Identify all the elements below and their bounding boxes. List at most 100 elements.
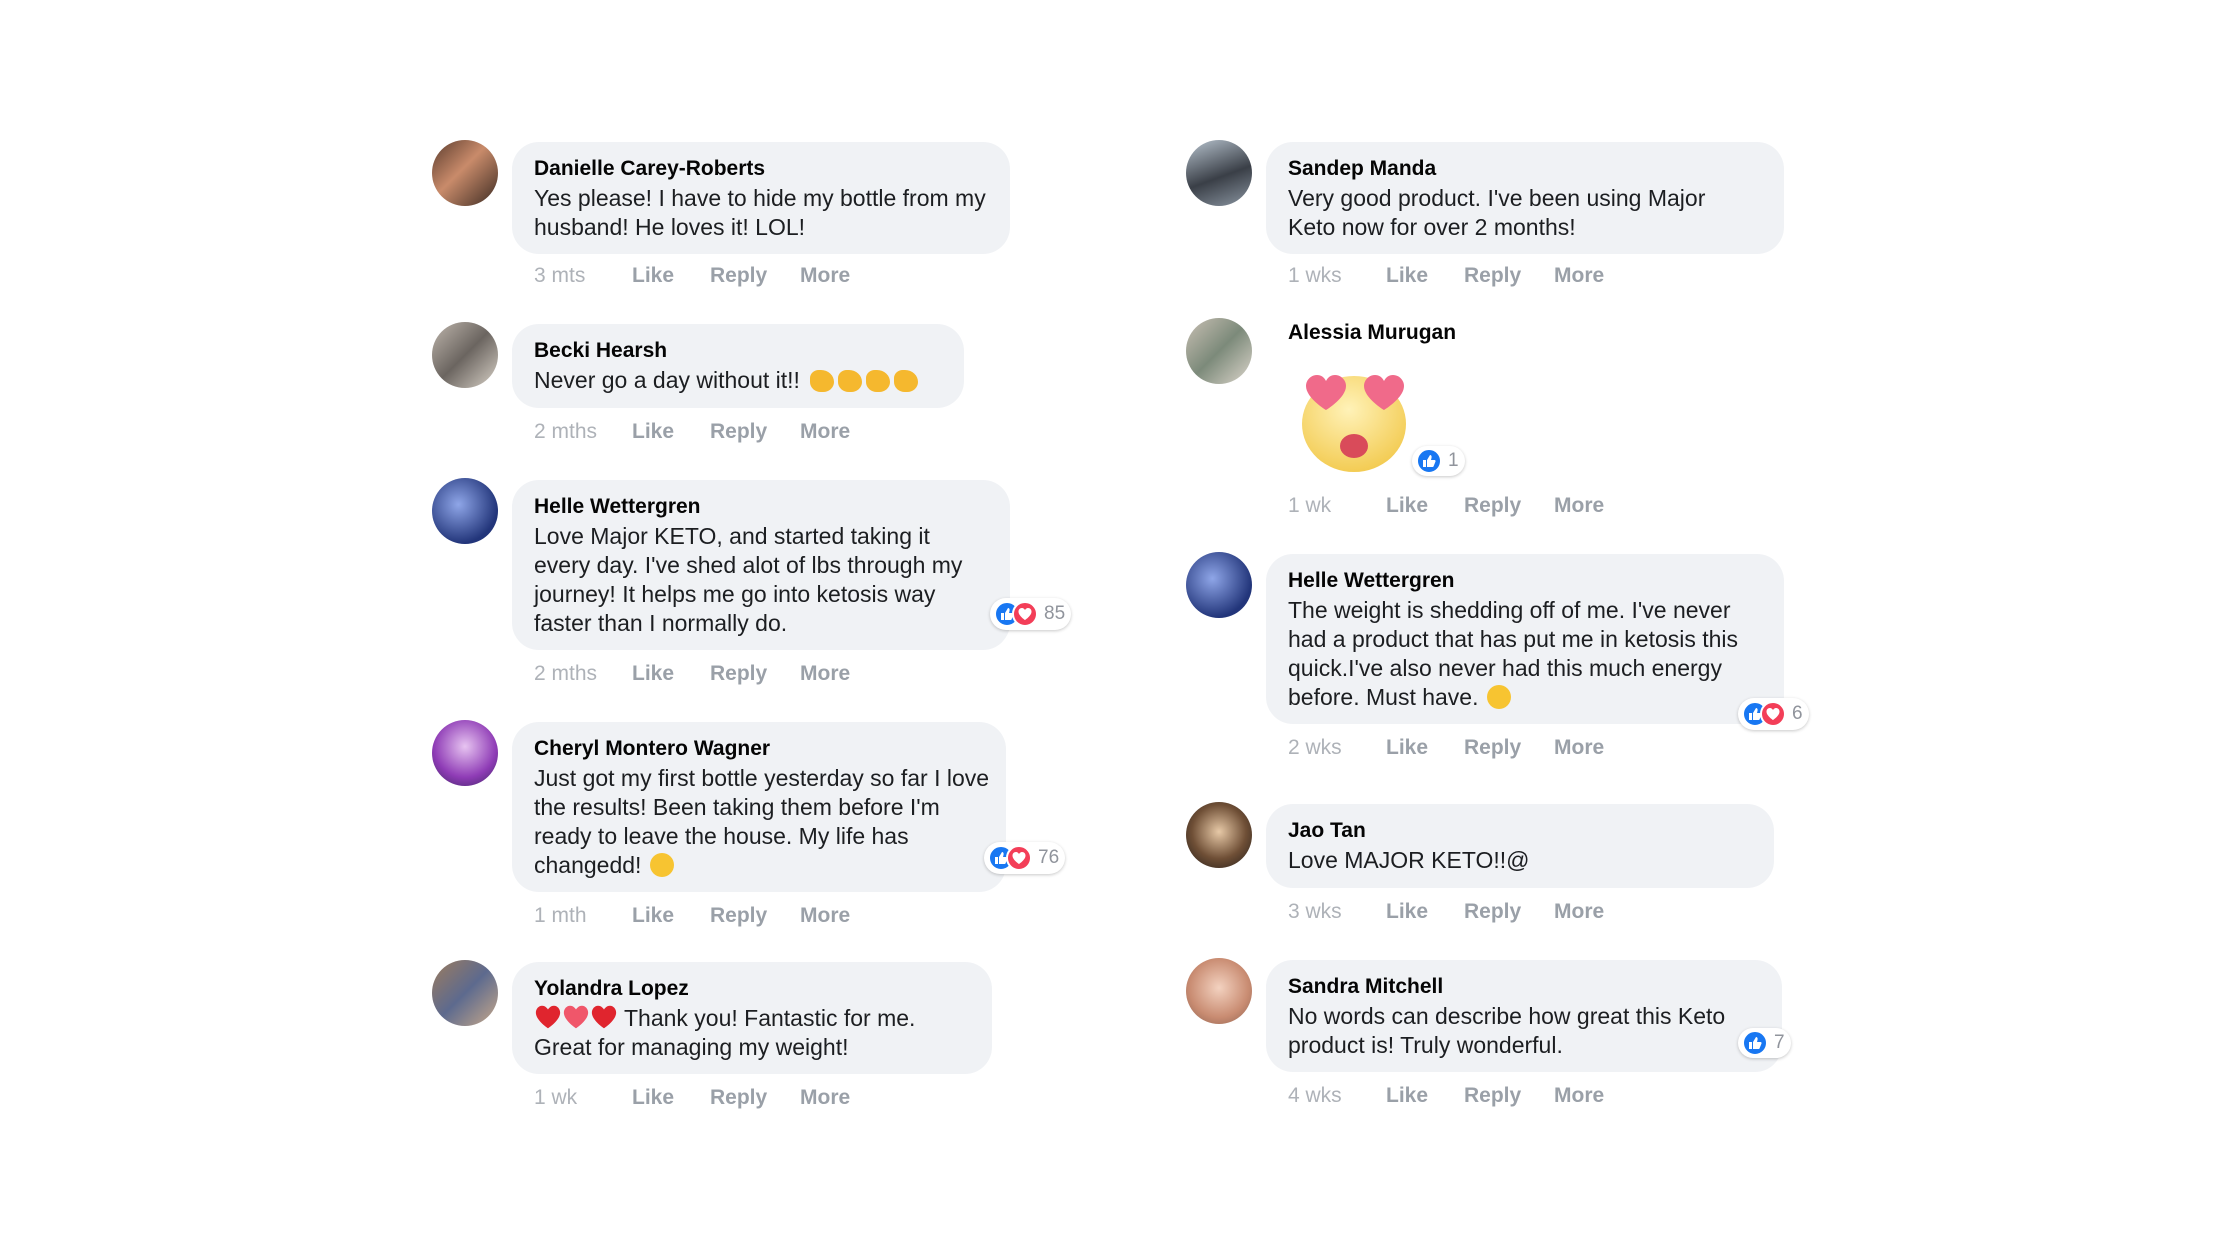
comment-body: Alessia Murugan (1288, 318, 1456, 348)
avatar[interactable] (1186, 318, 1252, 384)
reaction-count: 7 (1774, 1032, 1785, 1053)
avatar[interactable] (1186, 958, 1252, 1024)
comment-text: Very good product. I've been using Major… (1288, 185, 1706, 240)
clapping-hands-icon (838, 370, 863, 392)
timestamp[interactable]: 1 wks (1288, 264, 1342, 288)
love-reaction-icon (1006, 845, 1032, 871)
comment-bubble: Helle Wettergren Love Major KETO, and st… (512, 480, 1010, 650)
reply-button[interactable]: Reply (710, 1086, 767, 1110)
comment-text: Yes please! I have to hide my bottle fro… (534, 185, 986, 240)
red-heart-icon (591, 1005, 617, 1029)
comment-text: No words can describe how great this Ket… (1288, 1003, 1726, 1058)
reaction-summary[interactable]: 76 (984, 842, 1066, 874)
timestamp[interactable]: 2 wks (1288, 736, 1342, 760)
comment-bubble: Danielle Carey-Roberts Yes please! I hav… (512, 142, 1010, 254)
avatar[interactable] (432, 322, 498, 388)
comment-text: Thank you! Fantastic for me. Great for m… (534, 1004, 970, 1062)
reaction-summary[interactable]: 1 (1412, 446, 1465, 476)
like-button[interactable]: Like (1386, 736, 1428, 760)
comment-text: Never go a day without it!! (534, 366, 942, 395)
timestamp[interactable]: 3 wks (1288, 900, 1342, 924)
author-name[interactable]: Becki Hearsh (534, 336, 942, 366)
author-name[interactable]: Sandep Manda (1288, 154, 1762, 184)
comment-bubble: Cheryl Montero Wagner Just got my first … (512, 722, 1006, 892)
like-button[interactable]: Like (1386, 900, 1428, 924)
more-button[interactable]: More (800, 264, 850, 288)
reply-button[interactable]: Reply (1464, 736, 1521, 760)
reply-button[interactable]: Reply (710, 904, 767, 928)
avatar[interactable] (1186, 802, 1252, 868)
like-button[interactable]: Like (1386, 1084, 1428, 1108)
timestamp[interactable]: 2 mths (534, 662, 597, 686)
comment-text-body: Never go a day without it!! (534, 367, 800, 393)
sparkling-heart-icon (563, 1005, 589, 1029)
like-button[interactable]: Like (632, 420, 674, 444)
like-button[interactable]: Like (632, 1086, 674, 1110)
heart-eyes-emoji-sticker (1292, 366, 1410, 476)
more-button[interactable]: More (1554, 1084, 1604, 1108)
smiling-emoji-icon (1486, 685, 1511, 709)
author-name[interactable]: Yolandra Lopez (534, 974, 970, 1004)
comment-bubble: Becki Hearsh Never go a day without it!! (512, 324, 964, 408)
avatar[interactable] (432, 478, 498, 544)
more-button[interactable]: More (1554, 736, 1604, 760)
author-name[interactable]: Jao Tan (1288, 816, 1752, 846)
reply-button[interactable]: Reply (1464, 900, 1521, 924)
author-name[interactable]: Danielle Carey-Roberts (534, 154, 988, 184)
timestamp[interactable]: 2 mths (534, 420, 597, 444)
like-button[interactable]: Like (632, 662, 674, 686)
more-button[interactable]: More (800, 904, 850, 928)
more-button[interactable]: More (1554, 264, 1604, 288)
star-struck-emoji-icon (649, 853, 674, 877)
comment-bubble: Jao Tan Love MAJOR KETO!!@ (1266, 804, 1774, 888)
timestamp[interactable]: 4 wks (1288, 1084, 1342, 1108)
comment-text-body: Just got my first bottle yesterday so fa… (534, 765, 990, 878)
clapping-hands-icon (866, 370, 891, 392)
comment-bubble: Yolandra Lopez Thank you! Fantastic for … (512, 962, 992, 1074)
clapping-hands-icon (894, 370, 919, 392)
more-button[interactable]: More (1554, 494, 1604, 518)
comment-bubble: Sandra Mitchell No words can describe ho… (1266, 960, 1782, 1072)
reply-button[interactable]: Reply (1464, 1084, 1521, 1108)
reaction-count: 1 (1448, 450, 1459, 471)
author-name[interactable]: Alessia Murugan (1288, 318, 1456, 348)
comment-bubble: Helle Wettergren The weight is shedding … (1266, 554, 1784, 724)
timestamp[interactable]: 1 mth (534, 904, 587, 928)
avatar[interactable] (1186, 552, 1252, 618)
like-button[interactable]: Like (632, 904, 674, 928)
author-name[interactable]: Sandra Mitchell (1288, 972, 1760, 1002)
comment-text-body: The weight is shedding off of me. I've n… (1288, 597, 1739, 710)
author-name[interactable]: Cheryl Montero Wagner (534, 734, 984, 764)
love-reaction-icon (1760, 701, 1786, 727)
reaction-summary[interactable]: 6 (1738, 698, 1809, 730)
like-button[interactable]: Like (632, 264, 674, 288)
comment-text: Love MAJOR KETO!!@ (1288, 847, 1530, 873)
reaction-count: 6 (1792, 703, 1803, 724)
more-button[interactable]: More (800, 420, 850, 444)
reply-button[interactable]: Reply (710, 420, 767, 444)
reply-button[interactable]: Reply (1464, 494, 1521, 518)
avatar[interactable] (432, 140, 498, 206)
reaction-summary[interactable]: 85 (990, 598, 1072, 630)
avatar[interactable] (1186, 140, 1252, 206)
timestamp[interactable]: 1 wk (534, 1086, 577, 1110)
more-button[interactable]: More (1554, 900, 1604, 924)
author-name[interactable]: Helle Wettergren (1288, 566, 1762, 596)
reply-button[interactable]: Reply (710, 264, 767, 288)
reply-button[interactable]: Reply (1464, 264, 1521, 288)
reaction-summary[interactable]: 7 (1738, 1028, 1791, 1058)
timestamp[interactable]: 3 mts (534, 264, 585, 288)
reaction-count: 85 (1044, 603, 1066, 624)
avatar[interactable] (432, 720, 498, 786)
like-button[interactable]: Like (1386, 264, 1428, 288)
reply-button[interactable]: Reply (710, 662, 767, 686)
like-button[interactable]: Like (1386, 494, 1428, 518)
avatar[interactable] (432, 960, 498, 1026)
timestamp[interactable]: 1 wk (1288, 494, 1331, 518)
like-reaction-icon (1742, 1030, 1768, 1056)
like-reaction-icon (1416, 448, 1442, 474)
more-button[interactable]: More (800, 662, 850, 686)
comment-text: Just got my first bottle yesterday so fa… (534, 764, 994, 880)
more-button[interactable]: More (800, 1086, 850, 1110)
author-name[interactable]: Helle Wettergren (534, 492, 988, 522)
